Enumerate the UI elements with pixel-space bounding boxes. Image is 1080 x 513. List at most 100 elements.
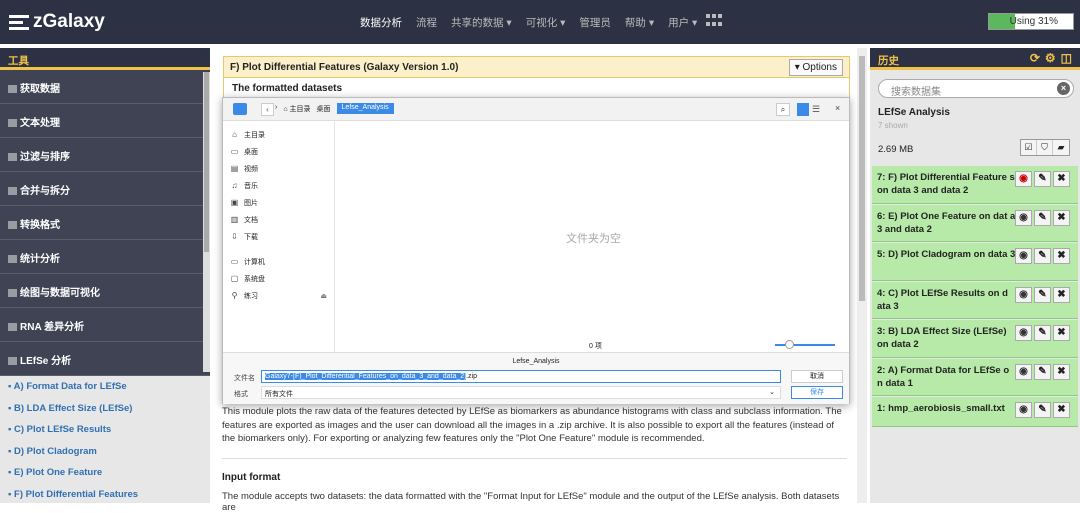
tool-section-merge[interactable]: 合并与拆分 xyxy=(0,172,210,206)
place-music[interactable]: ♫ 音乐 xyxy=(223,177,334,194)
dataset-title[interactable]: 6: E) Plot One Feature on dat a 3 and da… xyxy=(877,211,1015,235)
eject-icon[interactable]: ⏏ xyxy=(320,292,327,300)
nav-visualize[interactable]: 可视化 ▾ xyxy=(526,15,566,30)
history-search-input[interactable]: 搜索数据集 × xyxy=(878,79,1074,98)
columns-icon[interactable]: ◫ xyxy=(1061,51,1072,65)
crumb-desktop[interactable]: 桌面 xyxy=(317,104,331,114)
history-dataset[interactable]: 2: A) Format Data for LEfSe o n data 1 ◉ ✎… xyxy=(872,359,1078,396)
tag-icon[interactable]: ⛉ xyxy=(1037,140,1053,155)
nav-help[interactable]: 帮助 ▾ xyxy=(625,15,654,30)
delete-icon[interactable]: ✖ xyxy=(1053,287,1070,303)
forward-button[interactable]: › xyxy=(275,104,277,114)
filename-input[interactable]: Galaxy7-[F)_Plot_Differential_Features_o… xyxy=(261,370,781,383)
cancel-button[interactable]: 取消 xyxy=(791,370,843,383)
pencil-icon[interactable]: ✎ xyxy=(1034,210,1051,226)
tool-section-plot[interactable]: 绘图与数据可视化 xyxy=(0,274,210,308)
place-desktop[interactable]: ▭ 桌面 xyxy=(223,143,334,160)
zoom-slider-handle[interactable] xyxy=(785,340,794,349)
clear-search-icon[interactable]: × xyxy=(1057,82,1070,95)
tool-section-stats[interactable]: 统计分析 xyxy=(0,240,210,274)
crumb-current[interactable]: Lefse_Analysis xyxy=(336,103,394,114)
history-dataset[interactable]: 4: C) Plot LEfSe Results on d ata 3 ◉ ✎ ✖ xyxy=(872,282,1078,319)
comment-icon[interactable]: ▰ xyxy=(1053,140,1069,155)
delete-icon[interactable]: ✖ xyxy=(1053,325,1070,341)
save-button[interactable]: 保存 xyxy=(791,386,843,399)
divider xyxy=(222,458,847,459)
refresh-icon[interactable]: ⟳ xyxy=(1030,51,1040,65)
tool-link[interactable]: E) Plot One Feature xyxy=(0,462,210,484)
history-dataset[interactable]: 7: F) Plot Differential Feature s on dat… xyxy=(872,166,1078,204)
device-system-disk[interactable]: ▢ 系统盘 xyxy=(223,270,334,287)
delete-icon[interactable]: ✖ xyxy=(1053,248,1070,264)
eye-icon[interactable]: ◉ xyxy=(1015,210,1032,226)
place-documents[interactable]: ▥ 文档 xyxy=(223,211,334,228)
dataset-title[interactable]: 5: D) Plot Cladogram on data 3 xyxy=(877,249,1015,260)
dataset-title[interactable]: 2: A) Format Data for LEfSe o n data 1 xyxy=(877,365,1009,389)
nav-workflow[interactable]: 流程 xyxy=(416,15,437,30)
dataset-title[interactable]: 1: hmp_aerobiosis_small.txt xyxy=(877,403,1005,414)
pencil-icon[interactable]: ✎ xyxy=(1034,248,1051,264)
eye-icon[interactable]: ◉ xyxy=(1015,402,1032,418)
filename-label: 文件名 xyxy=(234,375,255,382)
delete-icon[interactable]: ✖ xyxy=(1053,210,1070,226)
pencil-icon[interactable]: ✎ xyxy=(1034,402,1051,418)
brand-logo[interactable]: zGalaxy xyxy=(9,11,105,33)
search-icon[interactable]: ⌕ xyxy=(776,103,790,116)
place-videos[interactable]: ▤ 视频 xyxy=(223,160,334,177)
device-practice[interactable]: ⚲ 练习 ⏏ xyxy=(223,287,334,304)
tool-link[interactable]: D) Plot Cladogram xyxy=(0,441,210,463)
delete-icon[interactable]: ✖ xyxy=(1053,171,1070,187)
dataset-title[interactable]: 3: B) LDA Effect Size (LEfSe) on data 2 xyxy=(877,326,1007,350)
nav-user[interactable]: 用户 ▾ xyxy=(668,15,697,30)
checkbox-icon[interactable]: ☑ xyxy=(1021,140,1037,155)
tool-section-lefse[interactable]: LEfSe 分析 xyxy=(0,342,210,376)
tool-panel-scrollbar[interactable] xyxy=(203,72,210,372)
tool-link[interactable]: B) LDA Effect Size (LEfSe) xyxy=(0,398,210,420)
back-button[interactable]: ‹ xyxy=(261,103,274,116)
delete-icon[interactable]: ✖ xyxy=(1053,402,1070,418)
device-computer[interactable]: ▭ 计算机 xyxy=(223,253,334,270)
nav-analyze[interactable]: 数据分析 xyxy=(360,15,402,30)
crumb-home[interactable]: ⌂ 主目录 xyxy=(283,104,310,114)
gear-icon[interactable]: ⚙ xyxy=(1045,51,1056,65)
dataset-title[interactable]: 7: F) Plot Differential Feature s on dat… xyxy=(877,172,1015,196)
grid-view-icon[interactable] xyxy=(797,103,809,116)
pencil-icon[interactable]: ✎ xyxy=(1034,171,1051,187)
quota-meter[interactable]: Using 31% xyxy=(988,13,1074,30)
tool-section-rna[interactable]: RNA 差异分析 xyxy=(0,308,210,342)
tool-section-filter[interactable]: 过滤与排序 xyxy=(0,138,210,172)
history-dataset[interactable]: 1: hmp_aerobiosis_small.txt ◉ ✎ ✖ xyxy=(872,397,1078,427)
pencil-icon[interactable]: ✎ xyxy=(1034,364,1051,380)
dataset-title[interactable]: 4: C) Plot LEfSe Results on d ata 3 xyxy=(877,288,1008,312)
eye-icon[interactable]: ◉ xyxy=(1015,287,1032,303)
tool-section-text[interactable]: 文本处理 xyxy=(0,104,210,138)
center-scrollbar[interactable] xyxy=(857,48,867,503)
history-dataset[interactable]: 5: D) Plot Cladogram on data 3 ◉ ✎ ✖ xyxy=(872,243,1078,281)
eye-icon[interactable]: ◉ xyxy=(1015,171,1032,187)
tool-section-get-data[interactable]: 获取数据 xyxy=(0,70,210,104)
nav-shared-data[interactable]: 共享的数据 ▾ xyxy=(451,15,512,30)
list-view-icon[interactable]: ☰ xyxy=(812,104,820,115)
pencil-icon[interactable]: ✎ xyxy=(1034,325,1051,341)
options-button[interactable]: ▾ Options xyxy=(788,59,843,76)
apps-grid-icon[interactable] xyxy=(706,14,722,28)
tool-section-convert[interactable]: 转换格式 xyxy=(0,206,210,240)
eye-icon[interactable]: ◉ xyxy=(1015,325,1032,341)
tool-link[interactable]: A) Format Data for LEfSe xyxy=(0,376,210,398)
place-home[interactable]: ⌂ 主目录 xyxy=(223,126,334,143)
close-icon[interactable]: × xyxy=(835,103,840,113)
eye-icon[interactable]: ◉ xyxy=(1015,248,1032,264)
eye-icon[interactable]: ◉ xyxy=(1015,364,1032,380)
delete-icon[interactable]: ✖ xyxy=(1053,364,1070,380)
place-downloads[interactable]: ⇩ 下载 xyxy=(223,228,334,245)
history-name[interactable]: LEfSe Analysis xyxy=(878,107,950,118)
tool-link[interactable]: C) Plot LEfSe Results xyxy=(0,419,210,441)
history-dataset[interactable]: 3: B) LDA Effect Size (LEfSe) on data 2 ◉… xyxy=(872,320,1078,358)
pencil-icon[interactable]: ✎ xyxy=(1034,287,1051,303)
tool-link[interactable]: F) Plot Differential Features xyxy=(0,484,210,506)
history-dataset[interactable]: 6: E) Plot One Feature on dat a 3 and da… xyxy=(872,205,1078,242)
format-select[interactable]: 所有文件 ⌄ xyxy=(261,386,781,399)
place-pictures[interactable]: ▣ 图片 xyxy=(223,194,334,211)
zoom-slider[interactable] xyxy=(775,340,835,349)
nav-admin[interactable]: 管理员 xyxy=(579,15,611,30)
